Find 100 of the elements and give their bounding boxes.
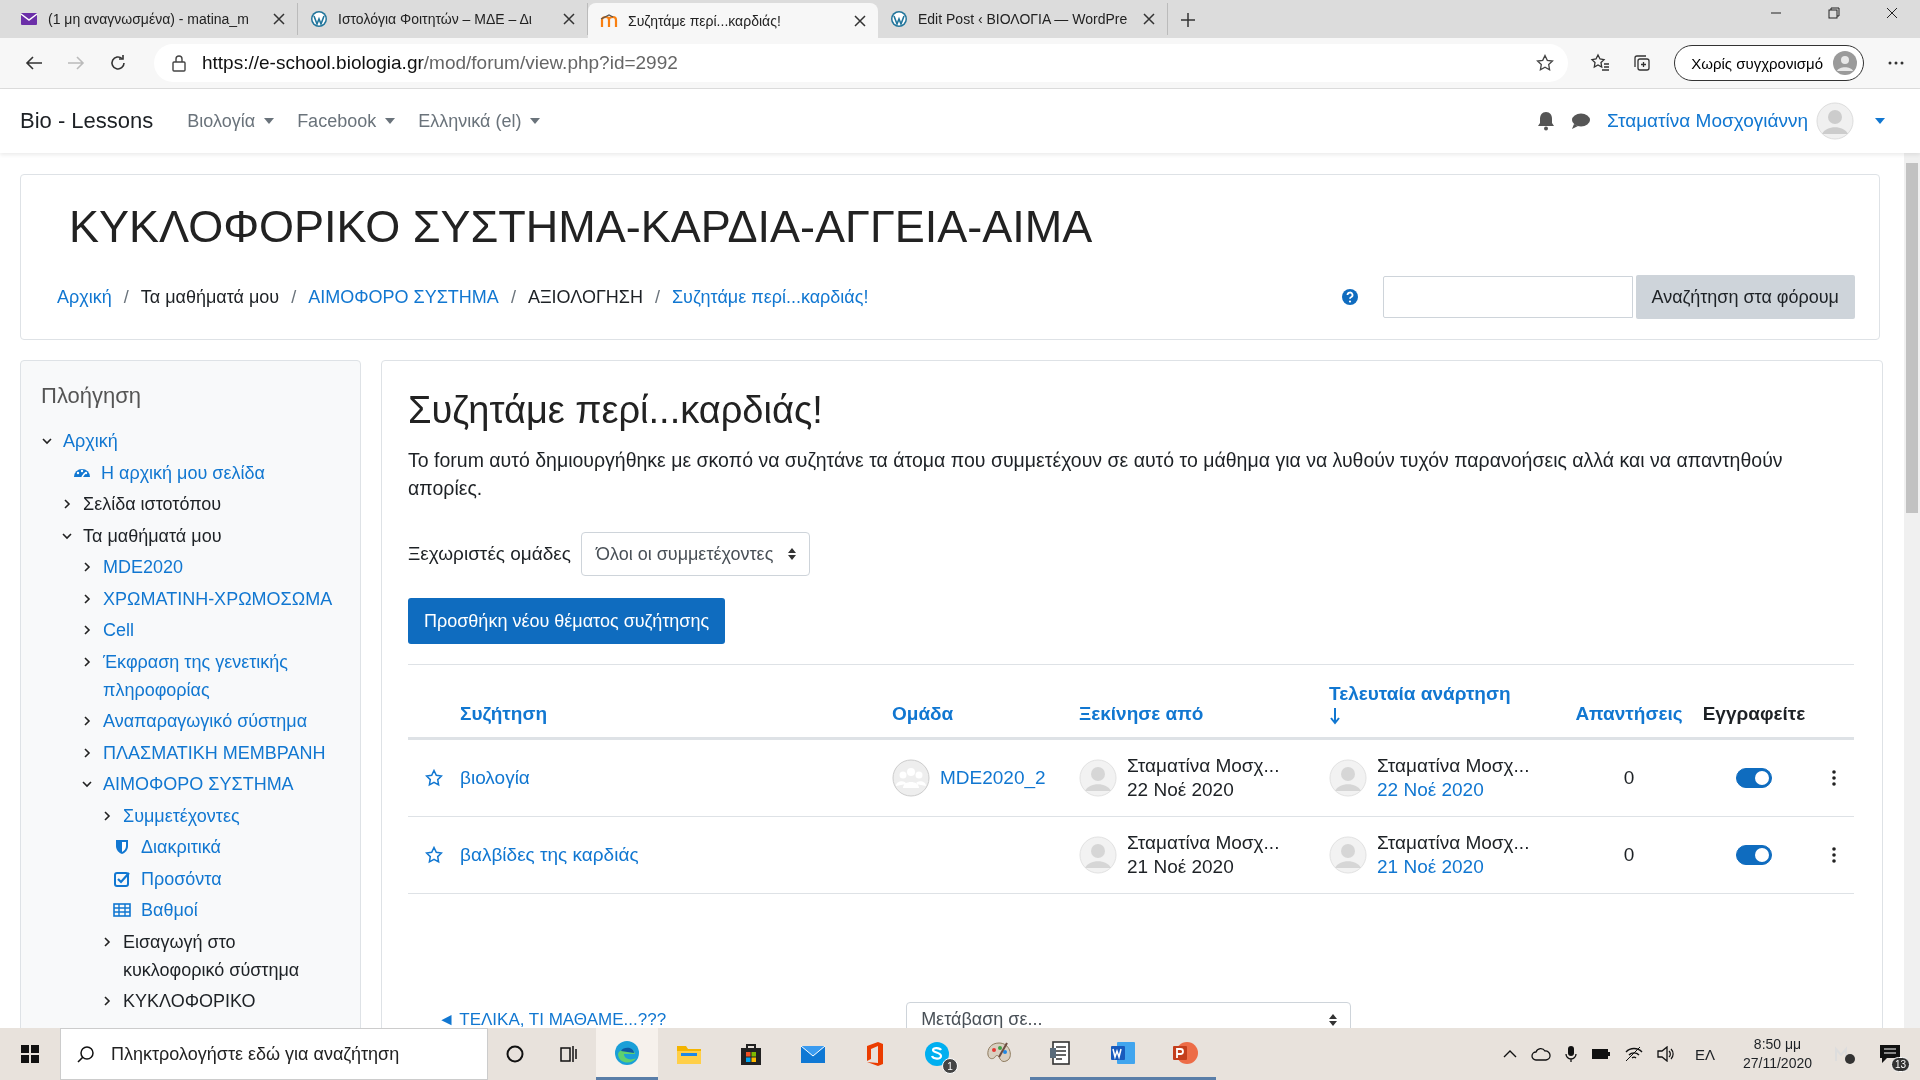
discussion-link[interactable]: βιολογία [460, 767, 530, 788]
user-avatar-icon [1079, 759, 1117, 797]
collapsed-chevron-icon[interactable] [101, 809, 113, 822]
favorites-icon[interactable] [1590, 53, 1611, 73]
discussion-link[interactable]: βαλβίδες της καρδιάς [460, 844, 639, 865]
column-header[interactable]: Ομάδα [892, 703, 954, 724]
navigation-item[interactable]: Τα μαθήματά μου [83, 521, 222, 550]
taskbar-search-field[interactable]: Πληκτρολογήστε εδώ για αναζήτηση [60, 1028, 488, 1080]
battery-icon[interactable] [1590, 1048, 1611, 1060]
post-date-link[interactable]: 21 Νοέ 2020 [1377, 855, 1530, 879]
breadcrumb-link[interactable]: Συζητάμε περί...καρδιάς! [672, 286, 869, 308]
browser-tab[interactable]: Ιστολόγια Φοιτητών – ΜΔΕ – Δι [298, 3, 588, 35]
scrollbar[interactable] [1904, 153, 1920, 1028]
navigation-item[interactable]: Προσόντα [141, 864, 222, 893]
column-header[interactable]: Τελευταία ανάρτηση [1329, 683, 1511, 704]
replies-count: 0 [1623, 844, 1635, 866]
add-discussion-button[interactable]: Προσθήκη νέου θέματος συζήτησης [408, 598, 726, 644]
navigation-item[interactable]: Αρχική [63, 427, 118, 455]
sync-button[interactable]: Χωρίς συγχρονισμό [1674, 45, 1864, 81]
taskbar-app-button[interactable]: 1 [906, 1028, 968, 1080]
collapsed-chevron-icon[interactable] [81, 746, 93, 759]
subscribe-switch[interactable] [1736, 768, 1772, 788]
navigation-item[interactable]: ΚΥΚΛΟΦΟΡΙΚΟ [123, 987, 256, 1015]
collections-icon[interactable] [1632, 53, 1653, 73]
navigation-item[interactable]: ΧΡΩΜΑΤΙΝΗ-ΧΡΩΜΟΣΩΜΑ [103, 584, 333, 613]
table-icon [113, 901, 131, 919]
browser-tab[interactable]: Edit Post ‹ ΒΙΟΛΟΓΙΑ — WordPre [878, 3, 1168, 35]
browser-tab[interactable]: Συζητάμε περί...καρδιάς! [588, 3, 878, 38]
collapsed-chevron-icon[interactable] [81, 561, 93, 573]
site-name-link[interactable]: Bio - Lessons [20, 108, 154, 134]
navbar-menu[interactable]: Βιολογία [187, 110, 276, 132]
collapsed-chevron-icon[interactable] [81, 624, 93, 636]
action-center-button[interactable]: 13 [1870, 1034, 1910, 1074]
collapsed-chevron-icon[interactable] [81, 715, 93, 727]
navigation-item[interactable]: Έκφραση της γενετικής πληροφορίας [103, 647, 340, 704]
collapsed-chevron-icon[interactable] [101, 995, 113, 1007]
navigation-item[interactable]: Βαθμοί [141, 896, 198, 924]
column-header[interactable]: Ξεκίνησε από [1079, 703, 1204, 724]
navigation-item[interactable]: ΠΛΑΣΜΑΤΙΚΗ ΜΕΜΒΡΑΝΗ [103, 738, 326, 767]
clock[interactable]: 8:50 μμ 27/11/2020 [1742, 1035, 1812, 1073]
collapsed-chevron-icon[interactable] [61, 498, 73, 510]
close-icon[interactable] [1886, 7, 1898, 19]
navigation-item[interactable]: ΑΙΜΟΦΟΡΟ ΣΥΣΤΗΜΑ [103, 770, 294, 798]
task-view-icon[interactable] [559, 1044, 579, 1064]
restore-icon[interactable] [1828, 7, 1840, 19]
breadcrumb-link[interactable]: Αρχική [57, 286, 112, 308]
input-language-indicator[interactable]: ΕΛ [1694, 1045, 1715, 1063]
help-icon[interactable] [1340, 288, 1359, 306]
column-header[interactable]: Συζήτηση [460, 703, 548, 724]
collapsed-chevron-icon[interactable] [81, 592, 93, 605]
groups-dropdown[interactable]: Όλοι οι συμμετέχοντες [581, 532, 811, 576]
search-forums-button[interactable]: Αναζήτηση στα φόρουμ [1635, 275, 1855, 319]
previous-activity-link[interactable]: ◄ ΤΕΛΙΚΑ, ΤΙ ΜΑΘΑΜΕ...??? [438, 1009, 667, 1028]
navigation-item[interactable]: Σελίδα ιστοτόπου [83, 490, 222, 518]
search-field[interactable] [1382, 276, 1633, 318]
column-header[interactable]: Απαντήσεις [1575, 703, 1683, 724]
close-icon[interactable] [1143, 13, 1155, 25]
avatar-icon [1833, 51, 1857, 75]
cloud-icon[interactable] [1530, 1047, 1551, 1061]
vertical-dots-menu-icon[interactable] [1832, 770, 1836, 786]
subscribe-switch[interactable] [1736, 845, 1772, 865]
speaker-icon[interactable] [1656, 1046, 1675, 1062]
windows-start-icon[interactable] [21, 1045, 39, 1063]
expanded-chevron-icon[interactable] [81, 778, 93, 790]
navbar-menu[interactable]: Ελληνικά (el) [418, 110, 542, 132]
navigation-item[interactable]: Εισαγωγή στο κυκλοφορικό σύστημα [123, 927, 340, 984]
author-name: Σταματίνα Μοσχ... [1127, 754, 1280, 778]
chevron-up-icon[interactable] [1502, 1049, 1517, 1059]
wifi-icon[interactable] [1624, 1046, 1643, 1062]
chat-bubble-icon[interactable] [1571, 112, 1592, 130]
navbar-menu[interactable]: Facebook [297, 110, 397, 132]
expanded-chevron-icon[interactable] [41, 435, 53, 447]
microphone-icon[interactable] [1564, 1045, 1577, 1063]
vertical-dots-menu-icon[interactable] [1832, 847, 1836, 863]
post-date-link[interactable]: 22 Νοέ 2020 [1377, 778, 1530, 802]
wordpress-logo-icon [890, 10, 908, 28]
collapsed-chevron-icon[interactable] [81, 655, 93, 668]
group-link[interactable]: MDE2020_2 [940, 767, 1046, 789]
address-field[interactable]: https://e-school.biologia.gr/mod/forum/view.php?id=2992 [154, 44, 1569, 82]
user-name-link[interactable]: Σταματίνα Μοσχογιάννη [1607, 110, 1808, 132]
star-outline-icon[interactable] [425, 769, 443, 787]
breadcrumb-link[interactable]: ΑΙΜΟΦΟΡΟ ΣΥΣΤΗΜΑ [308, 286, 499, 308]
close-icon[interactable] [563, 13, 575, 25]
star-icon[interactable] [1536, 54, 1555, 72]
navigation-item[interactable]: Cell [103, 616, 134, 644]
navigation-item[interactable]: Διακριτικά [141, 833, 221, 861]
collapsed-chevron-icon[interactable] [101, 935, 113, 948]
close-icon[interactable] [854, 14, 866, 27]
navigation-item[interactable]: Συμμετέχοντες [123, 801, 240, 830]
new-tab-icon[interactable] [1180, 12, 1196, 28]
author-name: Σταματίνα Μοσχ... [1377, 754, 1530, 778]
navigation-item[interactable]: MDE2020 [103, 553, 184, 581]
navigation-item[interactable]: Αναπαραγωγικό σύστημα [103, 707, 308, 735]
navigation-item[interactable]: Η αρχική μου σελίδα [101, 458, 265, 487]
cortana-circle-icon[interactable] [505, 1044, 525, 1064]
reload-icon[interactable] [108, 53, 128, 73]
close-icon[interactable] [273, 13, 285, 25]
notification-bell-icon[interactable] [1537, 111, 1556, 131]
browser-tab[interactable]: (1 μη αναγνωσμένα) - matina_m [8, 3, 298, 35]
star-outline-icon[interactable] [425, 846, 443, 864]
